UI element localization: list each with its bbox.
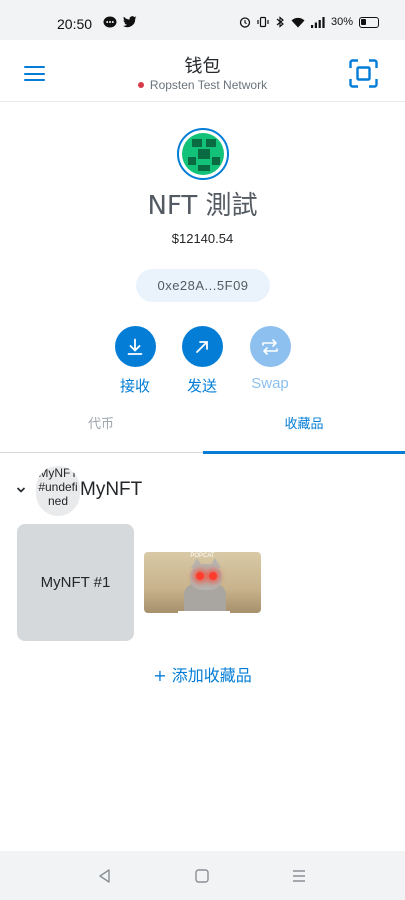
chat-bubble-icon bbox=[103, 16, 117, 28]
wifi-icon bbox=[291, 17, 305, 27]
back-triangle-icon[interactable] bbox=[96, 867, 114, 885]
cat-laser-eye bbox=[196, 572, 204, 580]
receive-label: 接收 bbox=[119, 377, 150, 395]
tab-tokens[interactable]: 代币 bbox=[0, 405, 202, 453]
network-selector[interactable]: Ropsten Test Network bbox=[0, 78, 405, 92]
swap-button[interactable]: Swap bbox=[240, 326, 300, 392]
vibrate-icon bbox=[257, 16, 269, 28]
home-square-icon[interactable] bbox=[193, 867, 211, 885]
receive-button[interactable]: 接收 bbox=[105, 326, 165, 396]
status-time: 20:50 bbox=[57, 16, 93, 32]
app-header: 钱包 Ropsten Test Network bbox=[0, 40, 405, 102]
nft-card-image[interactable]: POPCAT bbox=[144, 552, 261, 613]
bluetooth-icon bbox=[276, 16, 284, 28]
notification-icons bbox=[103, 16, 137, 29]
send-circle[interactable] bbox=[181, 326, 223, 367]
collection-avatar: MyNFT #undefined bbox=[36, 466, 80, 516]
twitter-bird-icon bbox=[123, 16, 137, 28]
collection-name: MyNFT bbox=[80, 479, 143, 500]
network-status-dot bbox=[137, 81, 144, 88]
cat-laser-eye bbox=[209, 572, 217, 580]
send-label: 发送 bbox=[186, 377, 217, 395]
system-status-icons: 30% bbox=[239, 16, 379, 28]
account-name[interactable]: NFT 測試 bbox=[0, 185, 405, 222]
qr-scan-icon[interactable] bbox=[349, 59, 378, 88]
nft-card-placeholder[interactable]: MyNFT #1 bbox=[17, 524, 134, 641]
collection-header[interactable]: MyNFT #undefined MyNFT bbox=[14, 466, 394, 516]
status-bar: 20:50 30% bbox=[0, 0, 405, 40]
receive-circle[interactable] bbox=[114, 326, 156, 367]
network-name: Ropsten Test Network bbox=[149, 78, 268, 92]
cat-head bbox=[190, 564, 222, 590]
battery-icon bbox=[359, 16, 379, 28]
battery-percent: 30% bbox=[330, 16, 353, 28]
recents-menu-icon[interactable] bbox=[290, 867, 308, 885]
page-title: 钱包 bbox=[184, 56, 221, 77]
signal-icon bbox=[310, 16, 325, 28]
system-nav-bar bbox=[0, 851, 405, 900]
send-arrow-icon bbox=[196, 340, 208, 353]
swap-label: Swap bbox=[251, 375, 289, 392]
swap-arrows-icon bbox=[262, 338, 278, 355]
account-address-pill[interactable]: 0xe28A...5F09 bbox=[136, 269, 270, 302]
swap-circle[interactable] bbox=[249, 326, 291, 367]
nft-image-caption: POPCAT bbox=[190, 553, 215, 559]
chevron-down-icon[interactable] bbox=[16, 486, 26, 494]
account-balance: $12140.54 bbox=[171, 231, 234, 246]
send-button[interactable]: 发送 bbox=[172, 326, 232, 396]
account-avatar[interactable] bbox=[177, 128, 229, 180]
nft-image-bar bbox=[178, 611, 230, 613]
add-collectible-link[interactable]: + 添加收藏品 bbox=[0, 662, 405, 686]
tab-collectibles[interactable]: 收藏品 bbox=[203, 405, 405, 454]
download-arrow-icon bbox=[127, 338, 143, 355]
alarm-icon bbox=[239, 17, 251, 28]
asset-tabs: 代币 收藏品 bbox=[0, 405, 405, 454]
